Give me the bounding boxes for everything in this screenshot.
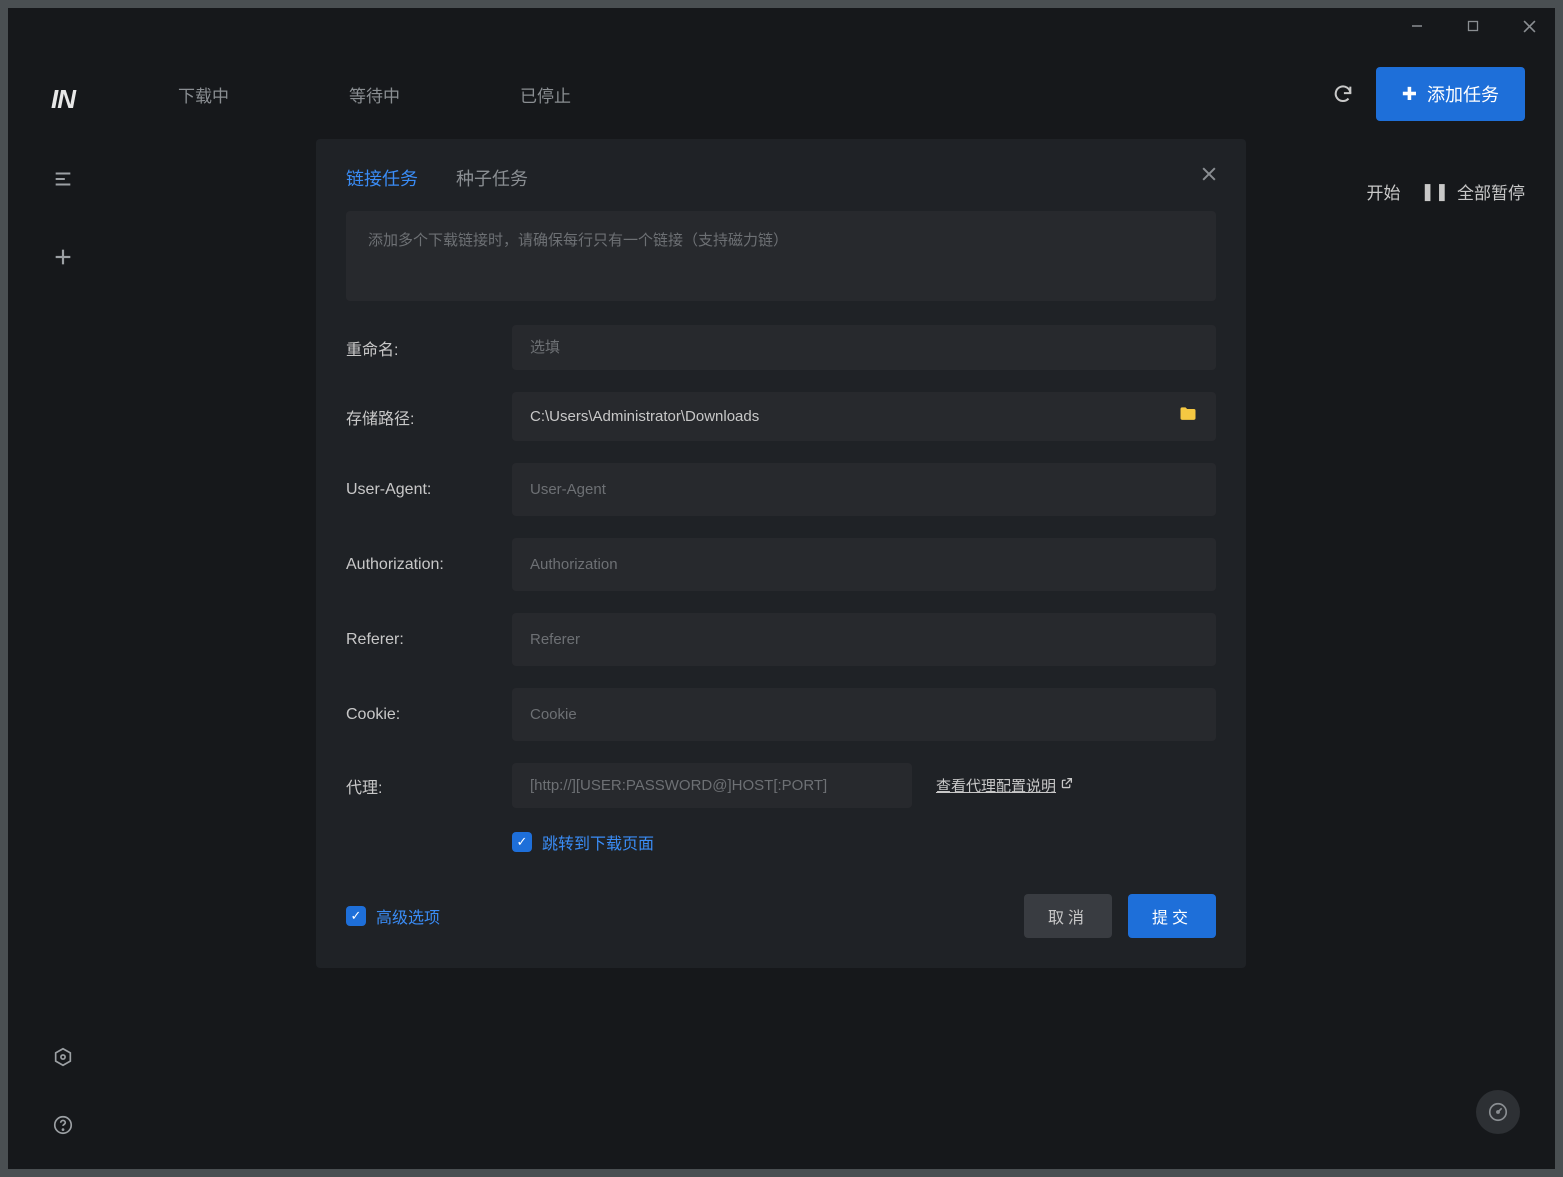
start-all-label: 开始 [1367, 179, 1401, 204]
ua-input[interactable] [512, 463, 1216, 516]
footer-buttons: 取消 提交 [1024, 894, 1216, 938]
dialog-footer: ✓ 高级选项 取消 提交 [346, 894, 1216, 938]
rename-label: 重命名: [346, 336, 512, 360]
sidebar-bottom [49, 1043, 77, 1139]
top-actions: ✚ 添加任务 [1326, 67, 1525, 121]
app-window: IN 下载中 等待中 已停止 [8, 8, 1555, 1169]
tab-torrent-task[interactable]: 种子任务 [456, 165, 528, 191]
tab-downloading[interactable]: 下载中 [178, 82, 229, 107]
row-jump-download: ✓ 跳转到下载页面 [512, 830, 1216, 854]
proxy-help-label: 查看代理配置说明 [936, 775, 1056, 796]
advanced-label: 高级选项 [376, 904, 440, 928]
row-proxy: 代理: 查看代理配置说明 [346, 763, 1216, 808]
minimize-button[interactable] [1403, 12, 1431, 40]
add-task-button[interactable]: ✚ 添加任务 [1376, 67, 1525, 121]
advanced-options-toggle[interactable]: ✓ 高级选项 [346, 904, 440, 928]
titlebar [8, 8, 1555, 44]
external-link-icon [1060, 777, 1073, 794]
menu-icon[interactable] [49, 165, 77, 193]
proxy-label: 代理: [346, 774, 512, 798]
tab-stopped[interactable]: 已停止 [520, 82, 571, 107]
secondary-actions: 开始 ❚❚ 全部暂停 [1367, 179, 1526, 204]
referer-label: Referer: [346, 631, 512, 649]
jump-download-label: 跳转到下载页面 [542, 830, 654, 854]
rename-input[interactable] [512, 325, 1216, 370]
row-authorization: Authorization: [346, 538, 1216, 591]
sidebar: IN [8, 44, 118, 1169]
settings-icon[interactable] [49, 1043, 77, 1071]
plus-icon: ✚ [1402, 84, 1417, 105]
proxy-help-link[interactable]: 查看代理配置说明 [936, 775, 1073, 796]
cancel-button[interactable]: 取消 [1024, 894, 1112, 938]
close-button[interactable] [1515, 12, 1543, 40]
add-task-label: 添加任务 [1427, 81, 1499, 107]
auth-input[interactable] [512, 538, 1216, 591]
proxy-input[interactable] [512, 763, 912, 808]
pause-icon: ❚❚ [1421, 182, 1450, 202]
row-path: 存储路径: C:\Users\Administrator\Downloads [346, 392, 1216, 441]
row-referer: Referer: [346, 613, 1216, 666]
speed-gauge-button[interactable] [1476, 1090, 1520, 1134]
add-task-dialog: 链接任务 种子任务 添加多个下载链接时，请确保每行只有一个链接（支持磁力链） 重… [316, 139, 1246, 968]
row-user-agent: User-Agent: [346, 463, 1216, 516]
top-tabs: 下载中 等待中 已停止 ✚ 添加任务 [118, 64, 1555, 124]
help-icon[interactable] [49, 1111, 77, 1139]
cookie-label: Cookie: [346, 706, 512, 724]
referer-input[interactable] [512, 613, 1216, 666]
add-icon[interactable] [49, 243, 77, 271]
dialog-tabs: 链接任务 种子任务 [346, 165, 1216, 191]
tab-waiting[interactable]: 等待中 [349, 82, 400, 107]
submit-button[interactable]: 提交 [1128, 894, 1216, 938]
maximize-button[interactable] [1459, 12, 1487, 40]
ua-label: User-Agent: [346, 481, 512, 499]
pause-all-button[interactable]: ❚❚ 全部暂停 [1421, 179, 1526, 204]
auth-label: Authorization: [346, 556, 512, 574]
path-label: 存储路径: [346, 405, 512, 429]
url-placeholder: 添加多个下载链接时，请确保每行只有一个链接（支持磁力链） [368, 229, 1194, 250]
cookie-input[interactable] [512, 688, 1216, 741]
path-input[interactable]: C:\Users\Administrator\Downloads [512, 392, 1216, 441]
tab-link-task[interactable]: 链接任务 [346, 165, 418, 191]
folder-icon[interactable] [1178, 404, 1198, 429]
refresh-button[interactable] [1326, 77, 1360, 111]
app-logo: IN [51, 84, 75, 115]
path-value: C:\Users\Administrator\Downloads [530, 408, 759, 425]
url-textarea[interactable]: 添加多个下载链接时，请确保每行只有一个链接（支持磁力链） [346, 211, 1216, 301]
app-body: IN 下载中 等待中 已停止 [8, 44, 1555, 1169]
advanced-checkbox[interactable]: ✓ [346, 906, 366, 926]
jump-download-checkbox[interactable]: ✓ [512, 832, 532, 852]
dialog-close-button[interactable] [1202, 165, 1216, 186]
pause-all-label: 全部暂停 [1457, 179, 1525, 204]
start-all-button[interactable]: 开始 [1367, 179, 1401, 204]
row-rename: 重命名: [346, 325, 1216, 370]
row-cookie: Cookie: [346, 688, 1216, 741]
